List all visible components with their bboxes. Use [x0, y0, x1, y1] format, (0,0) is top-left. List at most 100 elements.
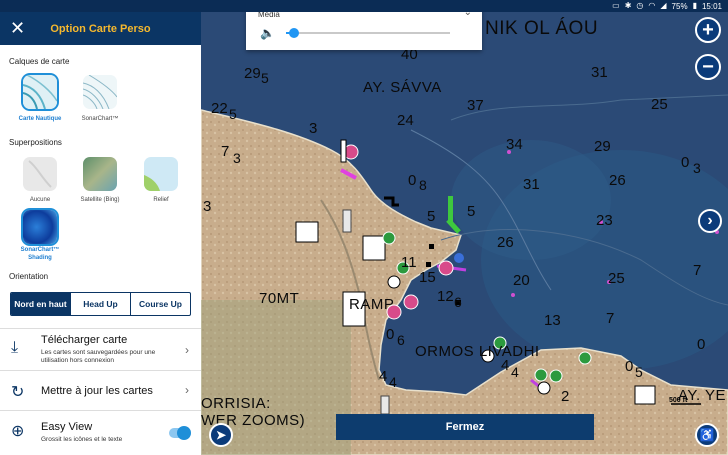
- volume-icon[interactable]: 🔈: [260, 26, 275, 40]
- depth-label: 0: [681, 154, 690, 171]
- volume-slider[interactable]: [286, 28, 450, 38]
- depth-label: 7: [221, 143, 230, 160]
- depth-label: 11: [401, 254, 417, 271]
- overlay-tile-sonarchart-shading[interactable]: [23, 210, 57, 244]
- chart-map[interactable]: 40 31 29 5 25 22 5 37 3 24 7 3 34 29 0 8…: [201, 0, 728, 455]
- layer-label: Carte Nautique: [18, 116, 62, 122]
- navigation-arrow-icon[interactable]: ➤: [209, 423, 233, 447]
- chevron-right-icon: ›: [185, 343, 189, 357]
- depth-label: 34: [506, 136, 523, 153]
- orientation-section-label: Orientation: [9, 272, 49, 281]
- orientation-course-up[interactable]: Course Up: [131, 293, 190, 315]
- download-chart-row[interactable]: ⤓ Télécharger carte Les cartes sont sauv…: [0, 328, 201, 370]
- depth-label: 22: [211, 100, 228, 117]
- orientation-selector: Nord en haut Head Up Course Up: [10, 292, 191, 316]
- battery-icon: ▮: [692, 1, 697, 10]
- toggle-knob: [177, 426, 191, 440]
- status-bar: ▭ ✱ ◷ ◠ ◢ 75% ▮ 15:01: [0, 0, 728, 12]
- update-title: Mettre à jour les cartes: [41, 385, 153, 397]
- place-name: 70MT: [259, 290, 300, 307]
- depth-label: 0: [386, 326, 395, 343]
- depth-label: 37: [467, 97, 484, 114]
- depth-label: 20: [513, 272, 530, 289]
- depth-label: 12: [437, 288, 454, 305]
- no-overlay-icon: [28, 160, 52, 188]
- depth-label: 3: [309, 120, 318, 137]
- depth-label: 5: [467, 203, 476, 220]
- chart-options-panel: ✕ Option Carte Perso Calques de carte Ca…: [0, 12, 201, 455]
- depth-label: 0: [697, 336, 706, 353]
- place-name: NIK OL ÁOU: [485, 18, 599, 39]
- overlay-label: SonarChart™ Shading: [20, 247, 60, 261]
- alarm-icon: ◷: [636, 1, 644, 10]
- panel-header: ✕ Option Carte Perso: [0, 12, 201, 45]
- depth-label: 23: [596, 212, 613, 229]
- depth-label: 5: [229, 106, 237, 122]
- depth-label: 26: [497, 234, 514, 251]
- depth-label: 5: [635, 364, 643, 380]
- bluetooth-icon: ✱: [624, 1, 632, 10]
- easy-view-title: Easy View: [41, 421, 93, 433]
- orientation-north-up[interactable]: Nord en haut: [11, 293, 71, 315]
- zoom-out-button[interactable]: −: [695, 54, 721, 80]
- scale-label: 500 ft: [669, 397, 688, 404]
- overlay-tile-relief[interactable]: [144, 157, 178, 191]
- overlays-section-label: Superpositions: [9, 138, 62, 147]
- depth-label: 15: [419, 269, 436, 286]
- place-name: RAMP: [349, 296, 395, 313]
- depth-label: 3: [693, 160, 701, 176]
- overlay-label: Aucune: [29, 197, 51, 203]
- refresh-icon: ↻: [11, 384, 25, 401]
- overlay-tile-satellite[interactable]: [83, 157, 117, 191]
- depth-label: 5: [427, 208, 436, 225]
- depth-label: 7: [693, 262, 702, 279]
- cast-icon: ▭: [612, 1, 620, 10]
- depth-label: 4: [511, 364, 519, 380]
- download-title: Télécharger carte: [41, 334, 128, 346]
- download-icon: ⤓: [11, 339, 19, 356]
- zoom-in-icon: ⊕: [11, 423, 25, 440]
- close-icon[interactable]: ✕: [10, 18, 25, 38]
- relief-icon: [144, 175, 160, 191]
- layer-label: SonarChart™: [81, 116, 119, 122]
- zoom-in-button[interactable]: +: [695, 17, 721, 43]
- download-subtitle: Les cartes sont sauvegardées pour une ut…: [41, 349, 156, 364]
- depth-label: 3: [233, 150, 241, 166]
- map-graphics: [201, 0, 728, 455]
- layers-section-label: Calques de carte: [9, 57, 70, 66]
- place-name: AY. SÁVVA: [363, 79, 442, 96]
- easy-view-row[interactable]: ⊕ Easy View Grossit les icônes et le tex…: [0, 410, 201, 455]
- easy-view-toggle[interactable]: [169, 426, 191, 440]
- layer-tile-sonarchart[interactable]: [83, 75, 117, 109]
- overlay-label: Relief: [153, 197, 169, 203]
- sonarchart-icon: [83, 75, 117, 109]
- depth-label: 25: [608, 270, 625, 287]
- chevron-right-icon: ›: [185, 383, 189, 397]
- depth-label: 31: [591, 64, 608, 81]
- depth-label: 4: [379, 368, 388, 385]
- overlay-label: Satellite (Bing): [80, 197, 120, 203]
- close-panel-button[interactable]: Fermez: [336, 414, 594, 440]
- depth-label: 5: [261, 70, 269, 86]
- accessibility-icon[interactable]: ♿: [695, 423, 719, 447]
- easy-view-subtitle: Grossit les icônes et le texte: [41, 436, 123, 443]
- depth-label: 29: [594, 138, 611, 155]
- depth-label: 7: [606, 310, 615, 327]
- depth-label: 0: [625, 358, 634, 375]
- update-charts-row[interactable]: ↻ Mettre à jour les cartes ›: [0, 370, 201, 410]
- battery-level: 75%: [671, 1, 688, 11]
- depth-label: 3: [203, 198, 212, 215]
- wifi-icon: ◠: [648, 1, 656, 10]
- overlay-tile-none[interactable]: [23, 157, 57, 191]
- place-name: ORRISIA:: [201, 395, 271, 412]
- layer-tile-nautical[interactable]: [23, 75, 57, 109]
- depth-label: 24: [397, 112, 414, 129]
- chevron-right-button[interactable]: ›: [698, 209, 722, 233]
- volume-slider-thumb[interactable]: [289, 28, 300, 38]
- orientation-head-up[interactable]: Head Up: [71, 293, 131, 315]
- depth-label: 25: [651, 96, 668, 113]
- depth-label: 31: [523, 176, 540, 193]
- depth-label: 8: [419, 177, 427, 193]
- depth-label: 26: [609, 172, 626, 189]
- depth-label: 2: [561, 388, 570, 405]
